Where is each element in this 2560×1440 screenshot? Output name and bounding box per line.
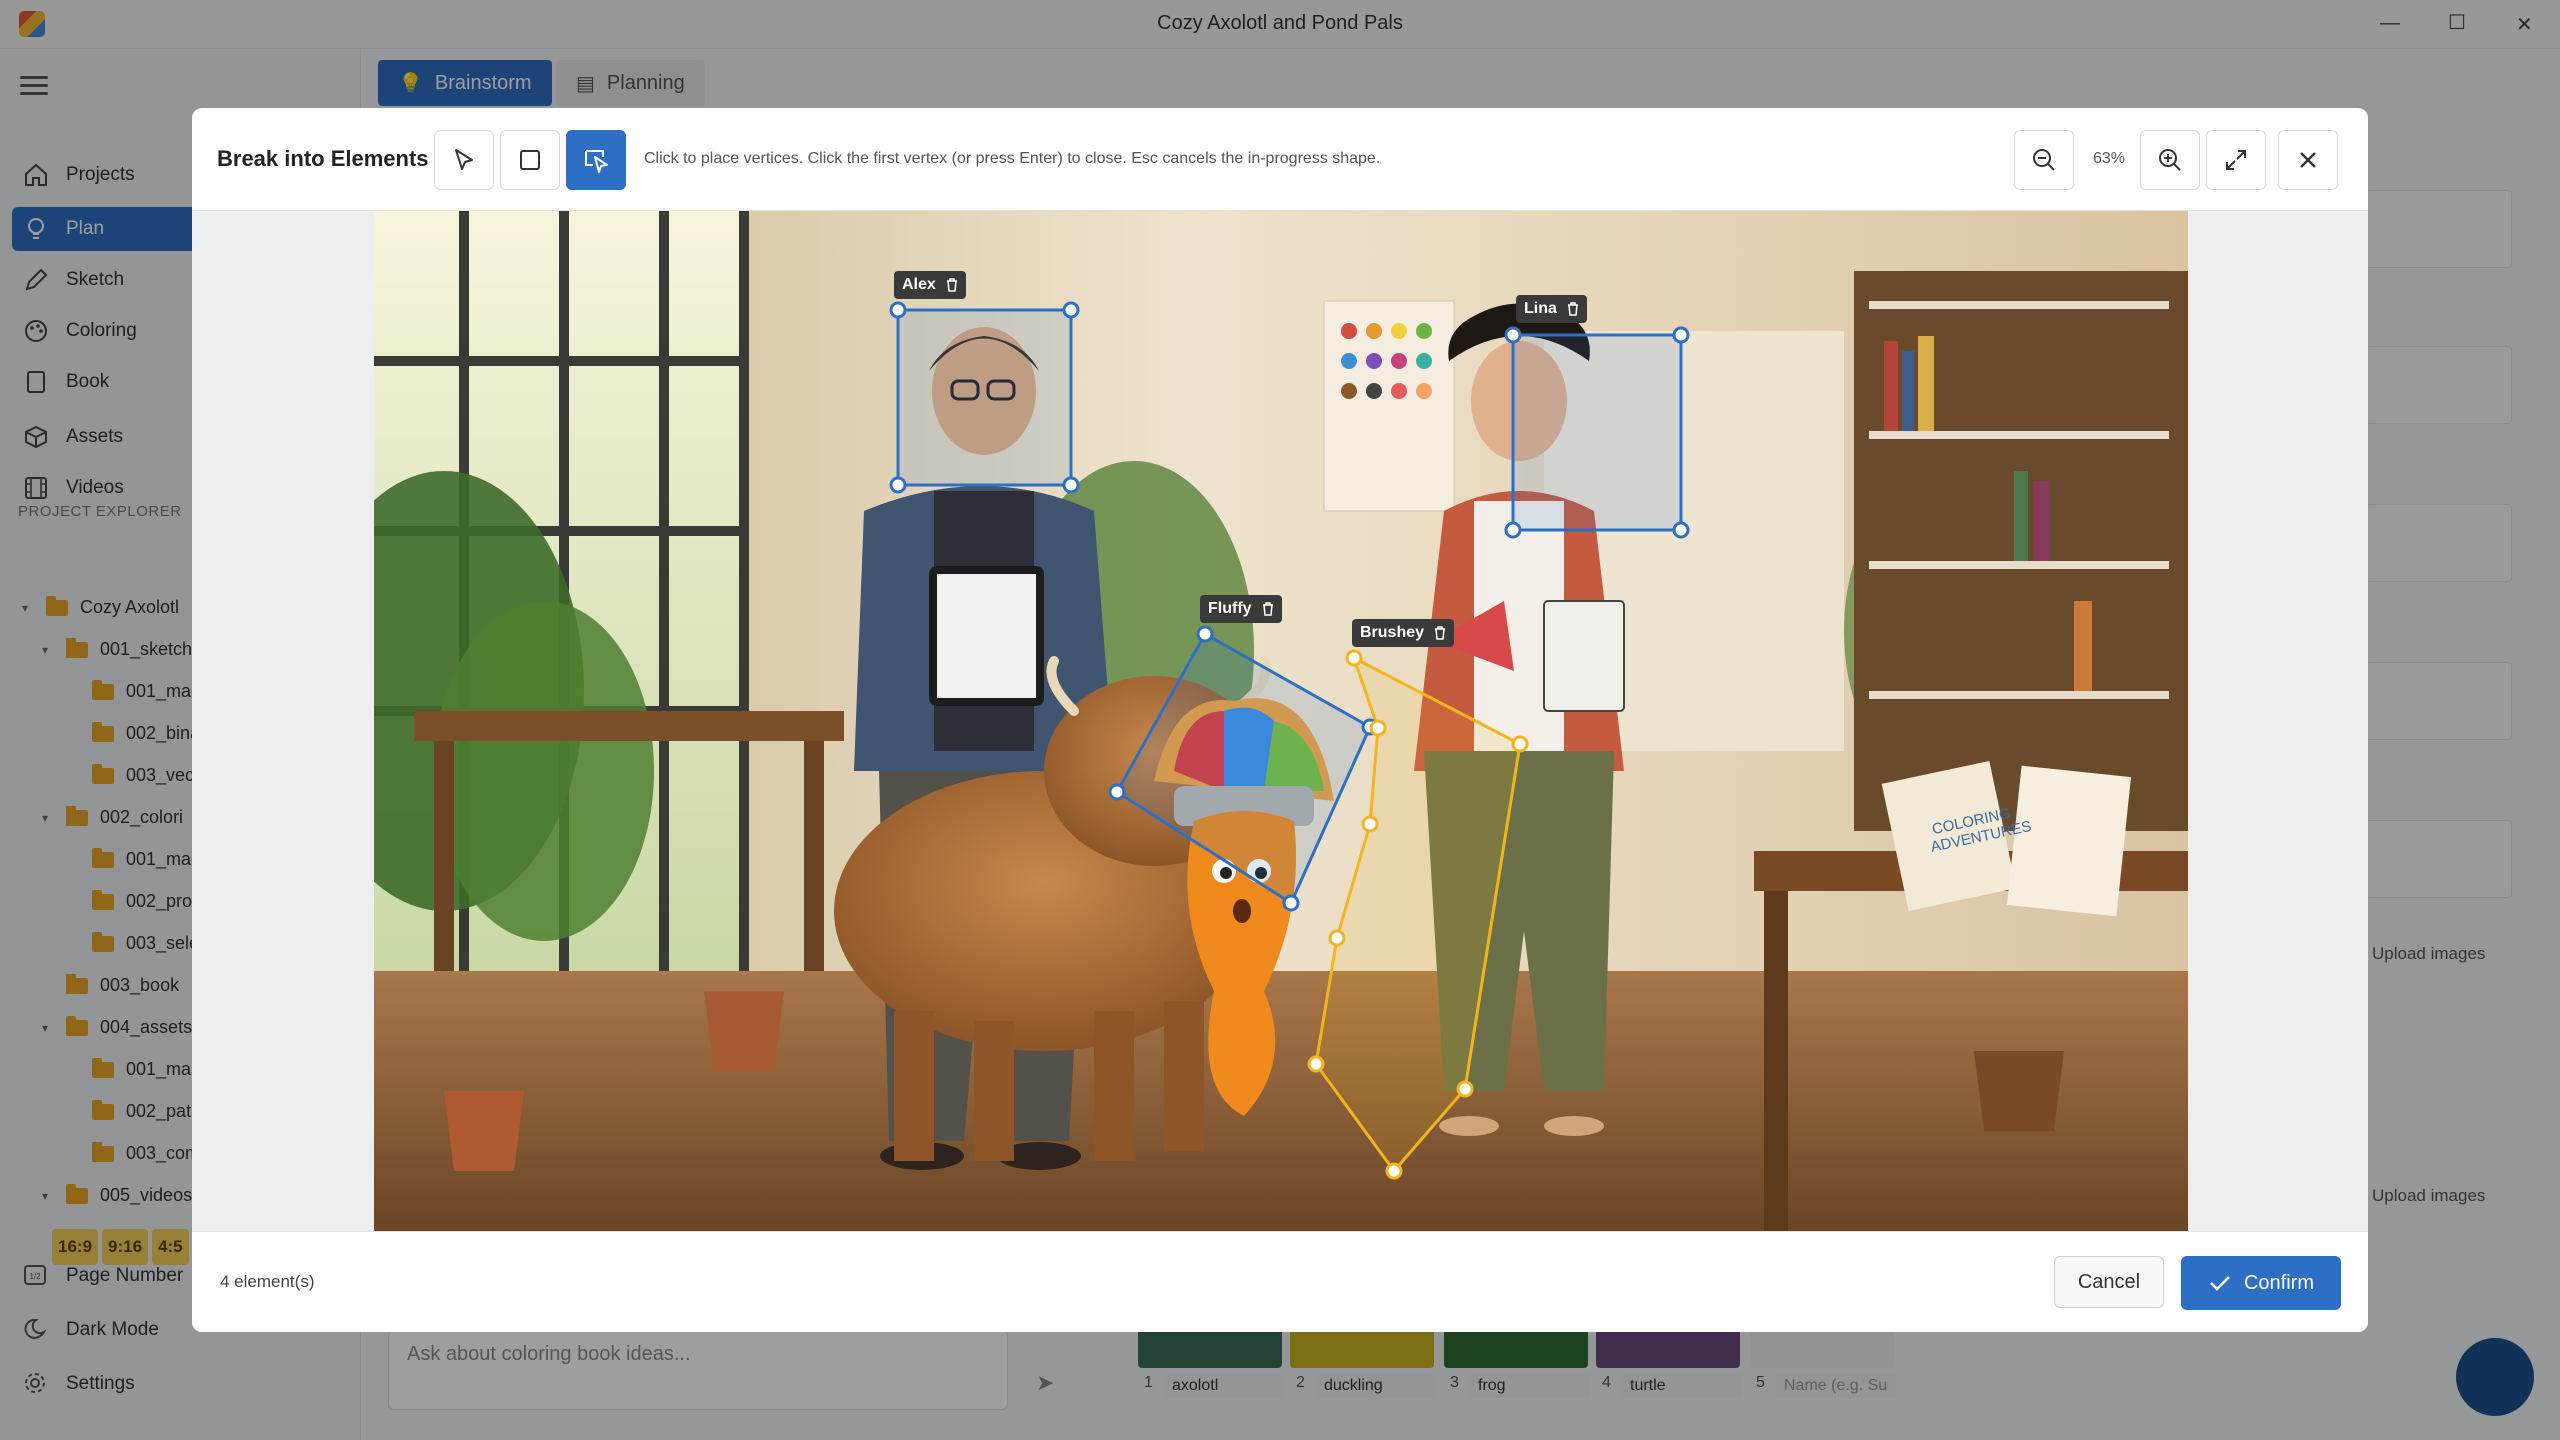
- vertex-handle[interactable]: [1307, 1055, 1325, 1073]
- trash-icon[interactable]: [1262, 602, 1274, 616]
- zoom-out-icon: [2033, 149, 2055, 171]
- confirm-label: Confirm: [2243, 1271, 2314, 1294]
- vertex-handle[interactable]: [1672, 326, 1690, 344]
- close-dialog-button[interactable]: [2278, 130, 2338, 190]
- rectangle-tool-button[interactable]: [500, 130, 560, 190]
- element-selections[interactable]: [374, 211, 2188, 1231]
- zoom-out-button[interactable]: [2014, 130, 2074, 190]
- vertex-handle[interactable]: [1345, 649, 1363, 667]
- vertex-handle[interactable]: [1108, 783, 1126, 801]
- vertex-handle[interactable]: [1456, 1080, 1474, 1098]
- zoom-level: 63%: [2092, 150, 2126, 167]
- lina-bounding-box[interactable]: [1511, 333, 1683, 532]
- trash-icon[interactable]: [1434, 626, 1446, 640]
- polygon-icon: [585, 150, 608, 173]
- vertex-handle[interactable]: [1062, 476, 1080, 494]
- cancel-button[interactable]: Cancel: [2054, 1256, 2164, 1308]
- vertex-handle[interactable]: [1361, 815, 1379, 833]
- vertex-handle[interactable]: [889, 301, 907, 319]
- square-icon: [520, 150, 540, 170]
- cursor-icon: [455, 149, 473, 170]
- vertex-handle[interactable]: [1511, 735, 1529, 753]
- dialog-footer: 4 element(s) Cancel Confirm: [192, 1231, 2368, 1332]
- vertex-handle[interactable]: [1385, 1162, 1403, 1180]
- element-name: Brushey: [1360, 624, 1425, 641]
- element-tag-alex[interactable]: Alex: [894, 271, 966, 299]
- expand-icon: [2226, 150, 2246, 170]
- check-icon: [2210, 1276, 2230, 1291]
- vertex-handle[interactable]: [1369, 719, 1387, 737]
- fluffy-polygon[interactable]: [1115, 631, 1372, 906]
- vertex-handle[interactable]: [1282, 894, 1300, 912]
- vertex-handle[interactable]: [1196, 625, 1214, 643]
- trash-icon[interactable]: [946, 278, 958, 292]
- vertex-handle[interactable]: [1062, 301, 1080, 319]
- element-count: 4 element(s): [220, 1272, 315, 1291]
- vertex-handle[interactable]: [1504, 521, 1522, 539]
- trash-icon[interactable]: [1567, 302, 1579, 316]
- dialog-title: Break into Elements: [217, 146, 429, 171]
- polygon-tool-button[interactable]: [566, 130, 626, 190]
- vertex-handle[interactable]: [889, 476, 907, 494]
- instruction-hint: Click to place vertices. Click the first…: [644, 150, 1381, 167]
- select-tool-button[interactable]: [434, 130, 494, 190]
- element-tag-brushey[interactable]: Brushey: [1352, 619, 1455, 647]
- vertex-handle[interactable]: [1328, 929, 1346, 947]
- fit-to-view-button[interactable]: [2206, 130, 2266, 190]
- vertex-handle[interactable]: [1504, 326, 1522, 344]
- element-tag-lina[interactable]: Lina: [1516, 295, 1587, 323]
- break-into-elements-dialog: Break into Elements Click to place verti…: [192, 108, 2368, 1332]
- element-tag-fluffy[interactable]: Fluffy: [1200, 595, 1282, 623]
- alex-bounding-box[interactable]: [896, 308, 1073, 487]
- element-name: Alex: [902, 276, 936, 293]
- scene-photo[interactable]: COLORING ADVENTURES Alex Lina Fluffy Bru…: [374, 211, 2188, 1231]
- close-icon: [2300, 152, 2316, 168]
- zoom-in-button[interactable]: [2140, 130, 2200, 190]
- vertex-handle[interactable]: [1672, 521, 1690, 539]
- confirm-button[interactable]: Confirm: [2181, 1256, 2341, 1310]
- element-name: Lina: [1524, 300, 1557, 317]
- dialog-header: Break into Elements Click to place verti…: [192, 108, 2368, 211]
- editing-canvas[interactable]: COLORING ADVENTURES Alex Lina Fluffy Bru…: [192, 211, 2368, 1231]
- element-name: Fluffy: [1208, 600, 1252, 617]
- zoom-in-icon: [2159, 149, 2181, 171]
